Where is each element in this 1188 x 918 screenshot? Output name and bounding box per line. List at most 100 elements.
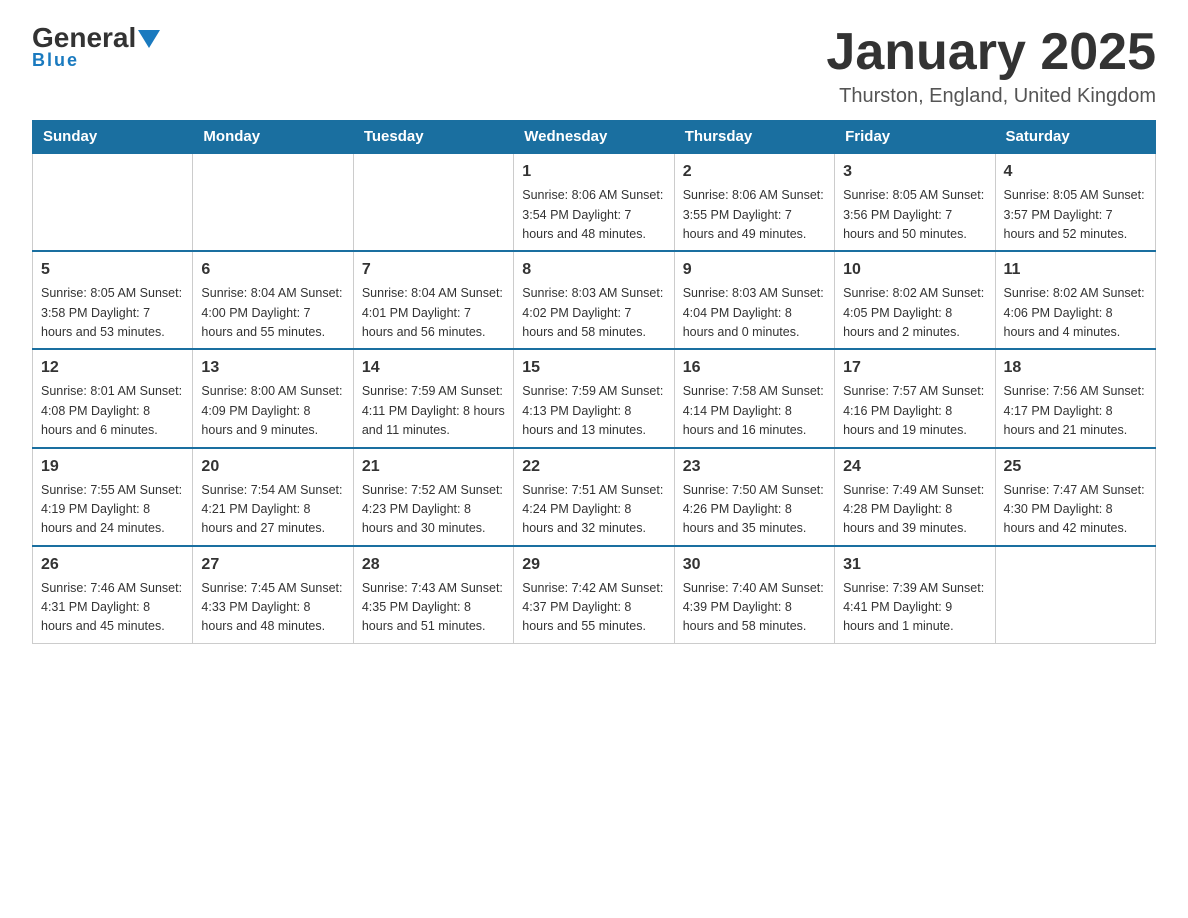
table-row: 7Sunrise: 8:04 AM Sunset: 4:01 PM Daylig… [353,251,513,349]
table-row: 23Sunrise: 7:50 AM Sunset: 4:26 PM Dayli… [674,448,834,546]
day-info: Sunrise: 7:54 AM Sunset: 4:21 PM Dayligh… [201,481,344,539]
table-row: 28Sunrise: 7:43 AM Sunset: 4:35 PM Dayli… [353,546,513,644]
day-info: Sunrise: 7:57 AM Sunset: 4:16 PM Dayligh… [843,382,986,440]
table-row: 30Sunrise: 7:40 AM Sunset: 4:39 PM Dayli… [674,546,834,644]
day-number: 30 [683,553,826,577]
table-row: 24Sunrise: 7:49 AM Sunset: 4:28 PM Dayli… [835,448,995,546]
calendar-week-row: 26Sunrise: 7:46 AM Sunset: 4:31 PM Dayli… [33,546,1156,644]
table-row: 3Sunrise: 8:05 AM Sunset: 3:56 PM Daylig… [835,154,995,252]
table-row: 11Sunrise: 8:02 AM Sunset: 4:06 PM Dayli… [995,251,1155,349]
calendar-week-row: 12Sunrise: 8:01 AM Sunset: 4:08 PM Dayli… [33,349,1156,447]
table-row: 26Sunrise: 7:46 AM Sunset: 4:31 PM Dayli… [33,546,193,644]
table-row: 18Sunrise: 7:56 AM Sunset: 4:17 PM Dayli… [995,349,1155,447]
table-row: 25Sunrise: 7:47 AM Sunset: 4:30 PM Dayli… [995,448,1155,546]
table-row: 4Sunrise: 8:05 AM Sunset: 3:57 PM Daylig… [995,154,1155,252]
table-row: 15Sunrise: 7:59 AM Sunset: 4:13 PM Dayli… [514,349,674,447]
day-number: 12 [41,356,184,380]
day-number: 7 [362,258,505,282]
col-wednesday: Wednesday [514,120,674,154]
day-info: Sunrise: 7:50 AM Sunset: 4:26 PM Dayligh… [683,481,826,539]
table-row: 29Sunrise: 7:42 AM Sunset: 4:37 PM Dayli… [514,546,674,644]
table-row: 6Sunrise: 8:04 AM Sunset: 4:00 PM Daylig… [193,251,353,349]
day-info: Sunrise: 8:02 AM Sunset: 4:06 PM Dayligh… [1004,284,1147,342]
day-number: 24 [843,455,986,479]
col-sunday: Sunday [33,120,193,154]
calendar-header-row: Sunday Monday Tuesday Wednesday Thursday… [33,120,1156,154]
day-number: 1 [522,160,665,184]
day-number: 16 [683,356,826,380]
day-number: 4 [1004,160,1147,184]
day-info: Sunrise: 7:52 AM Sunset: 4:23 PM Dayligh… [362,481,505,539]
day-info: Sunrise: 7:59 AM Sunset: 4:11 PM Dayligh… [362,382,505,440]
table-row: 27Sunrise: 7:45 AM Sunset: 4:33 PM Dayli… [193,546,353,644]
table-row: 16Sunrise: 7:58 AM Sunset: 4:14 PM Dayli… [674,349,834,447]
day-info: Sunrise: 8:02 AM Sunset: 4:05 PM Dayligh… [843,284,986,342]
table-row [193,154,353,252]
day-number: 5 [41,258,184,282]
logo-triangle-icon [138,30,160,48]
day-info: Sunrise: 8:05 AM Sunset: 3:56 PM Dayligh… [843,186,986,244]
day-number: 19 [41,455,184,479]
day-number: 25 [1004,455,1147,479]
day-info: Sunrise: 7:43 AM Sunset: 4:35 PM Dayligh… [362,579,505,637]
table-row: 12Sunrise: 8:01 AM Sunset: 4:08 PM Dayli… [33,349,193,447]
calendar-week-row: 5Sunrise: 8:05 AM Sunset: 3:58 PM Daylig… [33,251,1156,349]
day-number: 28 [362,553,505,577]
day-number: 18 [1004,356,1147,380]
page-header: General Blue January 2025 Thurston, Engl… [32,24,1156,108]
logo-blue: Blue [32,50,79,71]
table-row: 14Sunrise: 7:59 AM Sunset: 4:11 PM Dayli… [353,349,513,447]
calendar-week-row: 1Sunrise: 8:06 AM Sunset: 3:54 PM Daylig… [33,154,1156,252]
logo-general: General [32,24,136,52]
day-number: 21 [362,455,505,479]
calendar-week-row: 19Sunrise: 7:55 AM Sunset: 4:19 PM Dayli… [33,448,1156,546]
col-monday: Monday [193,120,353,154]
table-row: 31Sunrise: 7:39 AM Sunset: 4:41 PM Dayli… [835,546,995,644]
day-info: Sunrise: 7:42 AM Sunset: 4:37 PM Dayligh… [522,579,665,637]
day-info: Sunrise: 8:05 AM Sunset: 3:57 PM Dayligh… [1004,186,1147,244]
day-number: 9 [683,258,826,282]
table-row: 9Sunrise: 8:03 AM Sunset: 4:04 PM Daylig… [674,251,834,349]
day-number: 3 [843,160,986,184]
col-thursday: Thursday [674,120,834,154]
day-number: 26 [41,553,184,577]
day-number: 31 [843,553,986,577]
day-info: Sunrise: 8:00 AM Sunset: 4:09 PM Dayligh… [201,382,344,440]
day-info: Sunrise: 7:59 AM Sunset: 4:13 PM Dayligh… [522,382,665,440]
table-row [33,154,193,252]
day-number: 11 [1004,258,1147,282]
day-number: 17 [843,356,986,380]
logo: General Blue [32,24,160,71]
day-info: Sunrise: 7:40 AM Sunset: 4:39 PM Dayligh… [683,579,826,637]
day-number: 29 [522,553,665,577]
day-number: 10 [843,258,986,282]
title-block: January 2025 Thurston, England, United K… [826,24,1156,108]
day-info: Sunrise: 8:04 AM Sunset: 4:00 PM Dayligh… [201,284,344,342]
table-row [995,546,1155,644]
table-row: 17Sunrise: 7:57 AM Sunset: 4:16 PM Dayli… [835,349,995,447]
day-info: Sunrise: 8:06 AM Sunset: 3:54 PM Dayligh… [522,186,665,244]
day-info: Sunrise: 7:58 AM Sunset: 4:14 PM Dayligh… [683,382,826,440]
day-info: Sunrise: 8:06 AM Sunset: 3:55 PM Dayligh… [683,186,826,244]
table-row: 5Sunrise: 8:05 AM Sunset: 3:58 PM Daylig… [33,251,193,349]
day-number: 15 [522,356,665,380]
table-row: 13Sunrise: 8:00 AM Sunset: 4:09 PM Dayli… [193,349,353,447]
day-info: Sunrise: 7:49 AM Sunset: 4:28 PM Dayligh… [843,481,986,539]
day-info: Sunrise: 8:04 AM Sunset: 4:01 PM Dayligh… [362,284,505,342]
table-row: 21Sunrise: 7:52 AM Sunset: 4:23 PM Dayli… [353,448,513,546]
table-row: 19Sunrise: 7:55 AM Sunset: 4:19 PM Dayli… [33,448,193,546]
table-row: 2Sunrise: 8:06 AM Sunset: 3:55 PM Daylig… [674,154,834,252]
day-info: Sunrise: 7:39 AM Sunset: 4:41 PM Dayligh… [843,579,986,637]
table-row: 20Sunrise: 7:54 AM Sunset: 4:21 PM Dayli… [193,448,353,546]
day-info: Sunrise: 7:46 AM Sunset: 4:31 PM Dayligh… [41,579,184,637]
col-tuesday: Tuesday [353,120,513,154]
col-saturday: Saturday [995,120,1155,154]
calendar-table: Sunday Monday Tuesday Wednesday Thursday… [32,120,1156,644]
day-number: 27 [201,553,344,577]
col-friday: Friday [835,120,995,154]
day-number: 23 [683,455,826,479]
day-info: Sunrise: 7:45 AM Sunset: 4:33 PM Dayligh… [201,579,344,637]
day-info: Sunrise: 7:47 AM Sunset: 4:30 PM Dayligh… [1004,481,1147,539]
day-info: Sunrise: 8:03 AM Sunset: 4:04 PM Dayligh… [683,284,826,342]
day-number: 22 [522,455,665,479]
